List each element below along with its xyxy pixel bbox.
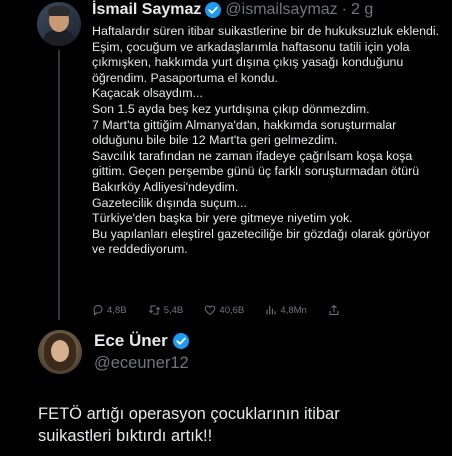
reply-icon [93,304,103,316]
tweet-paragraph: Eşim, çocuğum ve arkadaşlarımla haftason… [92,39,410,85]
share-button[interactable] [328,304,340,316]
tweet-paragraph: Kaçacak olsaydım... [92,86,203,101]
share-icon [329,305,339,315]
thread-line [58,50,60,320]
display-name[interactable]: Ece Üner [94,331,168,351]
reply-button[interactable]: 4,8B [92,304,127,316]
retweet-count: 5,4B [163,304,184,316]
retweet-icon [148,305,160,315]
tweet-paragraph: Bu yapılanları eleştirel gazeteciliğe bi… [92,226,431,257]
verified-badge-icon [205,2,222,18]
views-icon [266,305,276,315]
verified-badge-icon [172,333,189,349]
avatar-ismail-saymaz[interactable] [37,2,81,46]
separator-dot: · [341,1,347,18]
tweet1-actions: 4,8B 5,4B 40,6B 4,8Mn [92,302,340,318]
avatar-ece-uner[interactable] [38,330,82,374]
timestamp[interactable]: 2 g [351,1,373,19]
tweet-line: suikastleri bıktırdı artık!! [38,427,213,445]
handle[interactable]: @eceuner12 [94,354,189,373]
tweet-paragraph: Gazetecilik dışında suçum... [92,195,247,210]
tweet1-header: İsmail Saymaz @ismailsaymaz · 2 g [92,0,373,20]
tweet-paragraph: Türkiye'den başka bir yere gitmeye niyet… [92,211,353,226]
handle[interactable]: @ismailsaymaz [225,1,337,19]
like-button[interactable]: 40,6B [204,304,244,316]
tweet1-text: Haftalardır süren itibar suikastlerine b… [92,24,440,258]
tweet-line: FETÖ artığı operasyon çocuklarının itiba… [38,405,340,423]
retweet-button[interactable]: 5,4B [148,304,184,316]
display-name[interactable]: İsmail Saymaz [92,1,201,19]
reply-count: 4,8B [107,304,127,316]
tweet-paragraph: 7 Mart'ta gittiğim Almanya'dan, hakkımda… [92,117,397,148]
tweet-paragraph: Savcılık tarafından ne zaman ifadeye çağ… [92,148,420,194]
like-icon [205,305,216,316]
tweet2-header: Ece Üner [94,331,189,351]
screenshot: İsmail Saymaz @ismailsaymaz · 2 g Haftal… [0,0,452,456]
tweet2-text: FETÖ artığı operasyon çocuklarının itiba… [38,403,438,447]
views-button[interactable]: 4,8Mn [265,304,307,316]
tweet-paragraph: Son 1.5 ayda beş kez yurtdışına çıkıp dö… [92,101,370,116]
like-count: 40,6B [219,304,245,316]
tweet-paragraph: Haftalardır süren itibar suikastlerine b… [92,24,440,38]
views-count: 4,8Mn [280,304,307,316]
